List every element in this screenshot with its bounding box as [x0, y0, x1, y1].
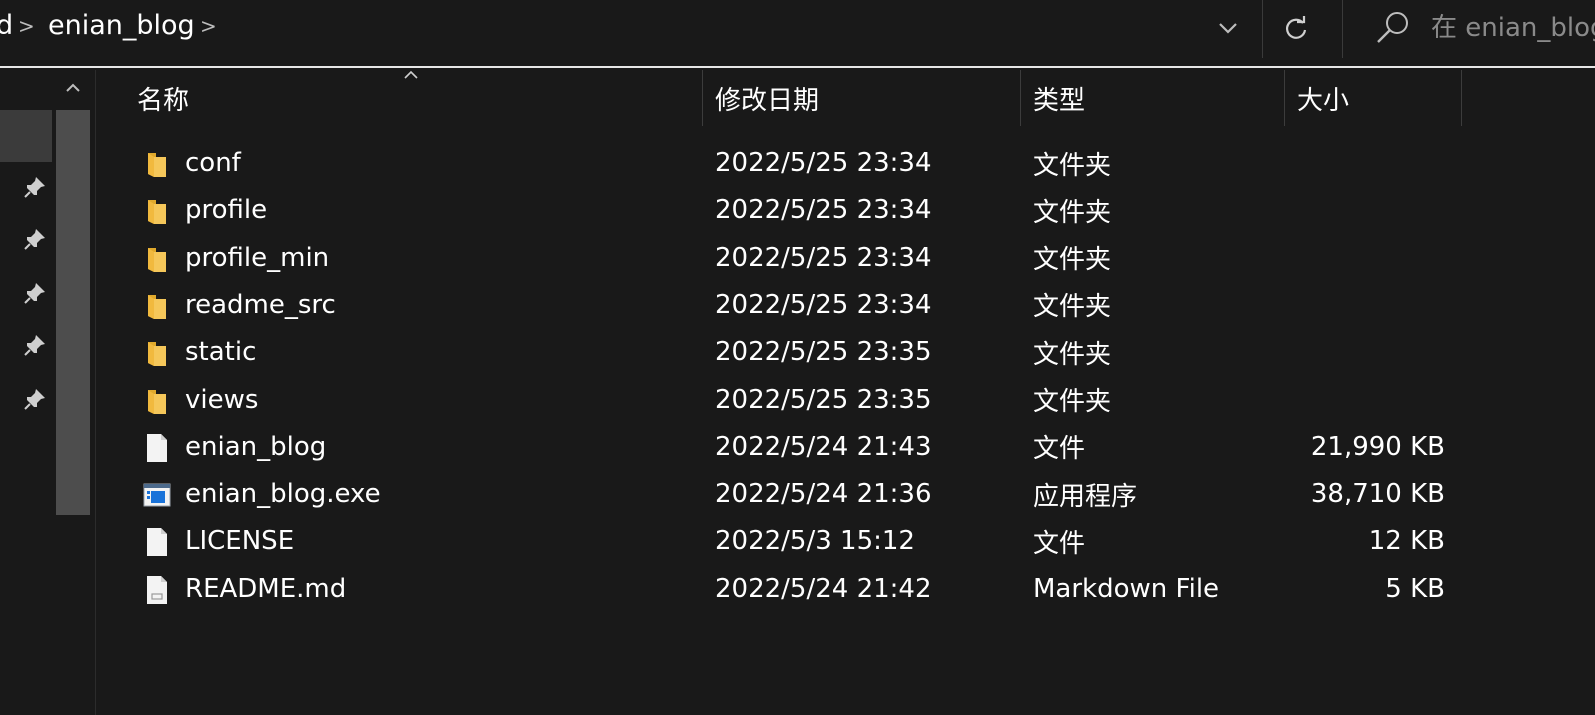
file-type: 应用程序	[1033, 481, 1138, 512]
column-header-type[interactable]: 类型	[1033, 70, 1283, 126]
file-date-modified: 2022/5/25 23:34	[715, 289, 932, 320]
file-type: 文件夹	[1033, 339, 1112, 370]
file-type: 文件夹	[1033, 245, 1112, 276]
search-input[interactable]	[1431, 8, 1595, 48]
folder-icon	[143, 244, 171, 274]
file-name: views	[185, 384, 259, 415]
file-size	[1285, 140, 1445, 186]
pin-icon[interactable]	[22, 226, 48, 252]
scrollbar-thumb[interactable]	[56, 110, 90, 515]
column-header-type-label: 类型	[1033, 85, 1086, 116]
file-type: 文件夹	[1033, 197, 1112, 228]
file-type: 文件夹	[1033, 387, 1112, 417]
file-name: README.md	[185, 573, 347, 604]
folder-icon	[143, 149, 171, 179]
pin-icon[interactable]	[22, 280, 48, 306]
column-divider[interactable]	[1461, 70, 1462, 126]
column-divider[interactable]	[1284, 70, 1285, 126]
column-header-name-label: 名称	[137, 85, 190, 116]
refresh-icon	[1285, 16, 1307, 39]
navigation-pane	[0, 70, 96, 715]
column-header-size-label: 大小	[1297, 85, 1350, 116]
address-bar[interactable]: d > enian_blog >	[0, 0, 1262, 58]
column-header-date[interactable]: 修改日期	[715, 70, 1015, 126]
file-icon	[143, 433, 171, 463]
file-type: 文件夹	[1033, 292, 1112, 323]
file-size: 38,710 KB	[1310, 479, 1445, 510]
file-date-modified: 2022/5/25 23:34	[715, 148, 932, 178]
file-type: 文件夹	[1033, 150, 1112, 181]
file-row[interactable]: profile 2022/5/25 23:34 文件夹	[97, 187, 1595, 233]
file-row[interactable]: LICENSE 2022/5/3 15:12 文件 12 KB	[97, 518, 1595, 564]
column-header-size[interactable]: 大小	[1297, 70, 1457, 126]
scroll-up-button[interactable]	[54, 70, 92, 106]
file-icon	[143, 527, 171, 557]
folder-icon	[143, 338, 171, 368]
file-row[interactable]: conf 2022/5/25 23:34 文件夹	[97, 140, 1595, 186]
file-name: readme_src	[185, 289, 336, 320]
file-name: conf	[185, 148, 241, 178]
file-date-modified: 2022/5/24 21:42	[715, 573, 932, 604]
column-header-name[interactable]: 名称	[137, 70, 697, 126]
file-size: 21,990 KB	[1310, 431, 1445, 462]
toolbar-divider	[1262, 0, 1263, 58]
file-row[interactable]: static 2022/5/25 23:35 文件夹	[97, 329, 1595, 375]
file-name: profile_min	[185, 242, 330, 273]
markdown-file-icon	[143, 575, 171, 605]
application-icon	[143, 480, 171, 510]
breadcrumb-separator[interactable]: >	[18, 11, 35, 41]
file-size	[1285, 187, 1445, 233]
file-size	[1285, 329, 1445, 375]
file-size	[1285, 282, 1445, 328]
folder-icon	[143, 196, 171, 226]
file-row[interactable]: readme_src 2022/5/25 23:34 文件夹	[97, 282, 1595, 328]
chevron-down-icon	[1219, 23, 1237, 34]
file-name: enian_blog	[185, 431, 327, 462]
chevron-up-icon	[66, 83, 80, 92]
refresh-button[interactable]	[1272, 6, 1320, 52]
file-row[interactable]: enian_blog 2022/5/24 21:43 文件 21,990 KB	[97, 424, 1595, 470]
column-divider[interactable]	[702, 70, 703, 126]
file-type: Markdown File	[1033, 573, 1220, 604]
file-date-modified: 2022/5/25 23:34	[715, 195, 932, 226]
breadcrumb-current[interactable]: enian_blog	[48, 10, 195, 42]
breadcrumb-separator-end[interactable]: >	[200, 11, 217, 41]
file-size: 12 KB	[1368, 526, 1445, 557]
file-name: profile	[185, 195, 268, 226]
file-name: static	[185, 337, 257, 368]
column-header-date-label: 修改日期	[715, 85, 820, 116]
folder-icon	[143, 386, 171, 416]
toolbar-bottom-border	[0, 66, 1595, 68]
file-date-modified: 2022/5/25 23:35	[715, 337, 932, 368]
folder-icon	[143, 291, 171, 321]
file-type: 文件	[1033, 434, 1086, 465]
file-name: enian_blog.exe	[185, 479, 381, 510]
file-size	[1285, 235, 1445, 281]
address-toolbar: d > enian_blog >	[0, 0, 1595, 62]
file-row[interactable]: enian_blog.exe 2022/5/24 21:36 应用程序 38,710 …	[97, 471, 1595, 517]
file-date-modified: 2022/5/24 21:43	[715, 431, 932, 462]
file-size	[1285, 377, 1445, 423]
file-date-modified: 2022/5/25 23:35	[715, 384, 932, 415]
file-date-modified: 2022/5/24 21:36	[715, 479, 932, 510]
breadcrumb-parent[interactable]: d	[0, 10, 13, 42]
search-box[interactable]	[1342, 0, 1595, 58]
file-size: 5 KB	[1385, 573, 1445, 604]
search-icon	[1377, 12, 1408, 43]
address-history-dropdown[interactable]	[1210, 10, 1246, 46]
file-list: 名称 修改日期 类型 大小 conf 2022/5/25 23:34 文件夹 prof…	[97, 70, 1595, 715]
nav-item-selected[interactable]	[0, 110, 52, 162]
file-name: LICENSE	[185, 526, 295, 557]
file-row[interactable]: views 2022/5/25 23:35 文件夹	[97, 377, 1595, 423]
file-date-modified: 2022/5/25 23:34	[715, 242, 932, 273]
pin-icon[interactable]	[22, 174, 48, 200]
file-row[interactable]: profile_min 2022/5/25 23:34 文件夹	[97, 235, 1595, 281]
pin-icon[interactable]	[22, 386, 48, 412]
file-type: 文件	[1033, 528, 1086, 559]
file-date-modified: 2022/5/3 15:12	[715, 526, 915, 557]
column-divider[interactable]	[1020, 70, 1021, 126]
file-row[interactable]: README.md 2022/5/24 21:42 Markdown File 5 K…	[97, 566, 1595, 612]
pin-icon[interactable]	[22, 332, 48, 358]
